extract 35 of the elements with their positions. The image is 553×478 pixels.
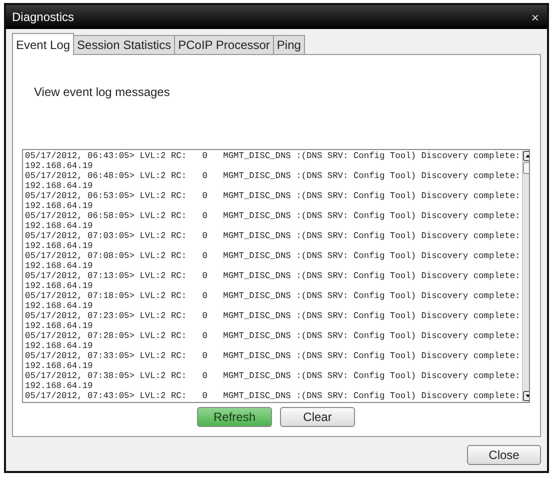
- log-line: 05/17/2012, 06:58:05> LVL:2 RC: 0 MGMT_DISC_DNS :(DNS SRV: Config Tool) Discovery complete:: [25, 211, 520, 221]
- window-title: Diagnostics: [12, 10, 74, 24]
- tab[interactable]: Session Statistics: [73, 35, 176, 54]
- tab[interactable]: PCoIP Processor: [174, 35, 274, 54]
- log-line: 05/17/2012, 07:18:05> LVL:2 RC: 0 MGMT_DISC_DNS :(DNS SRV: Config Tool) Discovery complete:: [25, 291, 520, 301]
- log-line: 192.168.64.19: [25, 161, 94, 171]
- log-line: 05/17/2012, 07:43:05> LVL:2 RC: 0 MGMT_DISC_DNS :(DNS SRV: Config Tool) Discovery complete:: [25, 391, 520, 401]
- log-line: 05/17/2012, 06:48:05> LVL:2 RC: 0 MGMT_DISC_DNS :(DNS SRV: Config Tool) Discovery complete:: [25, 171, 520, 181]
- log-line: 192.168.64.19: [25, 341, 94, 351]
- log-line: 192.168.64.19: [25, 321, 94, 331]
- log-line: 192.168.64.19: [25, 201, 94, 211]
- log-line: 192.168.64.19: [25, 381, 94, 391]
- log-line: 192.168.64.19: [25, 181, 94, 191]
- close-button[interactable]: ×: [529, 10, 541, 24]
- log-line: 05/17/2012, 07:23:05> LVL:2 RC: 0 MGMT_DISC_DNS :(DNS SRV: Config Tool) Discovery complete:: [25, 311, 520, 321]
- log-action-button[interactable]: Clear: [280, 407, 355, 427]
- log-line: 05/17/2012, 07:08:05> LVL:2 RC: 0 MGMT_DISC_DNS :(DNS SRV: Config Tool) Discovery complete:: [25, 251, 520, 261]
- log-line: 192.168.64.19: [25, 241, 94, 251]
- log-line: 192.168.64.19: [25, 301, 94, 311]
- tab[interactable]: Event Log: [12, 33, 74, 55]
- log-line: 05/17/2012, 07:28:05> LVL:2 RC: 0 MGMT_DISC_DNS :(DNS SRV: Config Tool) Discovery complete:: [25, 331, 520, 341]
- log-line: 192.168.64.19: [25, 221, 94, 231]
- log-line: 05/17/2012, 07:33:05> LVL:2 RC: 0 MGMT_DISC_DNS :(DNS SRV: Config Tool) Discovery complete:: [25, 351, 520, 361]
- close-dialog-button[interactable]: Close: [467, 445, 541, 465]
- log-line: 192.168.64.19: [25, 281, 94, 291]
- description-text: View event log messages: [34, 85, 171, 99]
- log-action-button[interactable]: Refresh: [197, 407, 272, 427]
- log-line: 05/17/2012, 06:43:05> LVL:2 RC: 0 MGMT_DISC_DNS :(DNS SRV: Config Tool) Discovery complete:: [25, 151, 520, 161]
- log-line: 05/17/2012, 07:13:05> LVL:2 RC: 0 MGMT_DISC_DNS :(DNS SRV: Config Tool) Discovery complete:: [25, 271, 520, 281]
- log-line: 05/17/2012, 07:38:05> LVL:2 RC: 0 MGMT_DISC_DNS :(DNS SRV: Config Tool) Discovery complete:: [25, 371, 520, 381]
- tab[interactable]: Ping: [272, 35, 305, 54]
- log-line: 192.168.64.19: [25, 261, 94, 271]
- log-line: 05/17/2012, 07:03:05> LVL:2 RC: 0 MGMT_DISC_DNS :(DNS SRV: Config Tool) Discovery complete:: [25, 231, 520, 241]
- log-line: 05/17/2012, 06:53:05> LVL:2 RC: 0 MGMT_DISC_DNS :(DNS SRV: Config Tool) Discovery complete:: [25, 191, 520, 201]
- log-line: 192.168.64.19: [25, 361, 94, 371]
